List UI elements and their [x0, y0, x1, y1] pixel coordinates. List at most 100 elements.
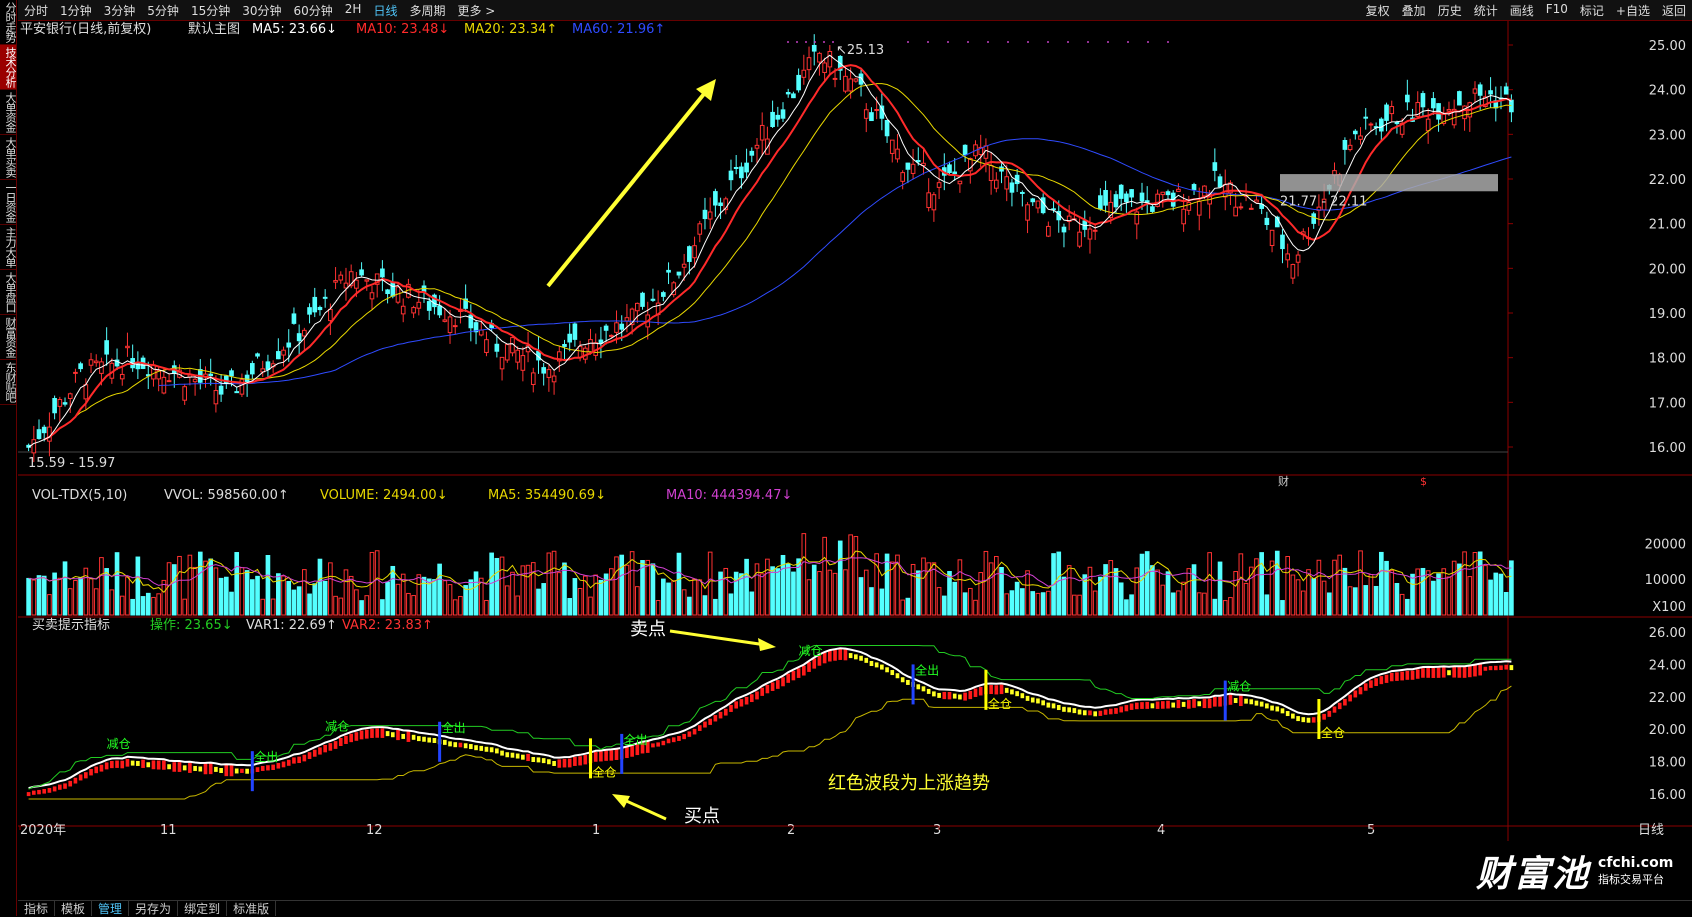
- volume-bar: [1389, 570, 1395, 616]
- indicator-bar: [1239, 695, 1243, 707]
- volume-bar: [192, 566, 198, 616]
- indicator-bar: [869, 660, 874, 666]
- volume-bar: [244, 570, 250, 616]
- period-tab-7[interactable]: 2H: [339, 2, 368, 19]
- bottom-tab-4[interactable]: 绑定到: [178, 901, 228, 916]
- indicator-bar: [880, 664, 884, 670]
- period-tab-8[interactable]: 日线: [367, 2, 403, 19]
- indicator-bar: [1103, 709, 1108, 715]
- tool-button-5[interactable]: F10: [1540, 2, 1574, 19]
- indicator-bar: [193, 765, 197, 771]
- bottom-tab-2[interactable]: 管理: [92, 901, 130, 916]
- tool-button-1[interactable]: 叠加: [1396, 2, 1432, 19]
- candle-body: [1254, 199, 1259, 203]
- tool-button-4[interactable]: 画线: [1504, 2, 1540, 19]
- candle-body: [619, 323, 625, 330]
- volume-bar: [931, 562, 937, 616]
- volume-bar: [1290, 574, 1296, 616]
- candle-body: [88, 359, 94, 366]
- indicator-bar: [495, 748, 499, 754]
- chart-area[interactable]: 25.00 24.00 23.00 22.00 21.00 20.00 19.00 18.00…: [18, 21, 1692, 904]
- indicator-bar: [115, 760, 119, 768]
- candle-body: [73, 371, 78, 374]
- candle-body: [895, 148, 900, 160]
- candle-body: [452, 325, 458, 328]
- volume-bar: [791, 571, 796, 616]
- stock-chart-svg[interactable]: 25.00 24.00 23.00 22.00 21.00 20.00 19.00 18.00…: [18, 21, 1692, 900]
- volume-bar: [1274, 550, 1280, 616]
- indicator-bar: [578, 756, 582, 766]
- candle-body: [994, 179, 999, 189]
- bottom-tab-3[interactable]: 另存为: [129, 901, 179, 916]
- candle-body: [1379, 118, 1384, 132]
- indicator-bar: [443, 739, 447, 745]
- indicator-bar: [978, 686, 983, 696]
- sidebar-item-0[interactable]: 分时走势: [0, 0, 17, 45]
- candle-body: [1077, 231, 1082, 247]
- bottom-tab-1[interactable]: 模板: [55, 901, 93, 916]
- sidebar-item-7[interactable]: 财富资金: [0, 315, 17, 360]
- candles-group: [26, 34, 1514, 463]
- tool-button-6[interactable]: 标记: [1574, 2, 1610, 19]
- period-tab-2[interactable]: 3分钟: [98, 2, 142, 19]
- sidebar-item-3[interactable]: 大单买卖: [0, 135, 17, 180]
- indicator-bar: [198, 766, 203, 772]
- sidebar-item-6[interactable]: 大单盘口: [0, 270, 17, 315]
- tool-button-8[interactable]: 返回: [1656, 2, 1692, 19]
- sidebar-item-1[interactable]: 技术分析: [0, 45, 17, 90]
- volume-bar: [437, 563, 442, 616]
- period-tab-0[interactable]: 分时: [18, 2, 54, 19]
- sidebar-item-5[interactable]: 主力大单: [0, 225, 17, 270]
- main-legend-3: MA10: 23.48↓: [356, 22, 449, 37]
- volume-bar: [62, 561, 68, 616]
- period-tab-6[interactable]: 60分钟: [288, 2, 339, 19]
- period-tab-5[interactable]: 30分钟: [236, 2, 287, 19]
- indicator-bar: [1114, 708, 1118, 714]
- period-tab-1[interactable]: 1分钟: [54, 2, 98, 19]
- volume-bar: [681, 589, 687, 616]
- indicator-bar: [848, 653, 853, 659]
- candle-body: [827, 51, 833, 68]
- period-tab-4[interactable]: 15分钟: [185, 2, 236, 19]
- indicator-bar: [463, 743, 468, 749]
- period-tab-9[interactable]: 多周期: [403, 2, 451, 19]
- candle-body: [692, 245, 697, 259]
- indicator-bar: [380, 728, 385, 738]
- volume-bar: [858, 577, 864, 616]
- candle-body: [385, 289, 390, 295]
- candle-body: [697, 223, 703, 235]
- bottom-tab-5[interactable]: 标准版: [227, 901, 277, 916]
- indicator-bar: [760, 687, 765, 696]
- event-dot: [823, 41, 825, 43]
- period-tab-10[interactable]: 更多 >: [451, 2, 501, 19]
- indicator-bar: [625, 747, 629, 759]
- tool-button-2[interactable]: 历史: [1432, 2, 1468, 19]
- volume-bar: [1170, 592, 1176, 616]
- candle-body: [848, 78, 853, 92]
- sidebar-item-8[interactable]: 东财贴吧: [0, 360, 17, 405]
- indicator-bar: [1187, 700, 1191, 709]
- indicator-bar: [1202, 698, 1207, 709]
- sidebar-item-4[interactable]: 一日资金: [0, 180, 17, 225]
- sidebar-item-2[interactable]: 大单资金: [0, 90, 17, 135]
- candle-body: [744, 162, 749, 173]
- event-dot: [1147, 41, 1149, 43]
- indicator-bar: [781, 677, 785, 687]
- indicator-bar: [1020, 693, 1025, 699]
- tool-button-0[interactable]: 复权: [1360, 2, 1396, 19]
- tool-button-7[interactable]: +自选: [1610, 2, 1656, 19]
- vol-legend-3: MA5: 354490.69↓: [488, 488, 606, 503]
- candle-body: [1488, 90, 1493, 95]
- volume-bar: [645, 559, 651, 616]
- bottom-tab-0[interactable]: 指标: [18, 901, 56, 916]
- indicator-bar: [1176, 699, 1181, 709]
- tool-button-3[interactable]: 统计: [1468, 2, 1504, 19]
- indicator-bar: [416, 736, 421, 742]
- indicator-bar: [515, 753, 520, 759]
- volume-bar: [484, 599, 489, 616]
- indicator-bar: [947, 691, 952, 700]
- high-label: ↖25.13: [836, 43, 884, 58]
- indicator-bar: [838, 648, 843, 660]
- period-tab-3[interactable]: 5分钟: [141, 2, 185, 19]
- candle-body: [1285, 253, 1290, 261]
